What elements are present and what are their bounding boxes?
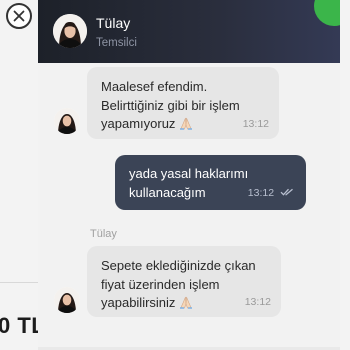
message-meta: 13:12 <box>248 184 294 203</box>
folded-hands-icon <box>179 117 193 136</box>
message-bubble-outgoing: yada yasal haklarımı kullanacağım 13:12 <box>115 155 306 210</box>
agent-name: Tülay <box>96 15 131 31</box>
message-bubble-incoming: Sepete eklediğinizde çıkan fiyat üzerind… <box>87 246 281 317</box>
agent-avatar <box>53 14 87 48</box>
message-text: Maalesef efendim. Belirttiğiniz gibi bir… <box>101 79 240 131</box>
agent-avatar-small <box>54 108 80 134</box>
message-timestamp: 13:12 <box>247 187 275 200</box>
close-icon <box>13 10 25 22</box>
status-corner-badge <box>314 0 340 26</box>
message-text: yada yasal haklarımı kullanacağım <box>129 166 249 200</box>
chat-window: Tülay Temsilci Maalesef efendim. Belirtt… <box>38 0 340 350</box>
agent-role: Temsilci <box>96 37 137 49</box>
message-bubble-incoming: Maalesef efendim. Belirttiğiniz gibi bir… <box>87 67 279 139</box>
chat-header: Tülay Temsilci <box>38 0 340 63</box>
folded-hands-icon <box>179 296 193 315</box>
message-timestamp: 13:12 <box>244 295 271 308</box>
close-button[interactable] <box>6 3 32 29</box>
double-check-icon <box>280 184 294 203</box>
agent-avatar-small <box>54 287 80 313</box>
message-timestamp: 13:12 <box>242 117 269 130</box>
message-sender-label: Tülay <box>90 228 117 240</box>
